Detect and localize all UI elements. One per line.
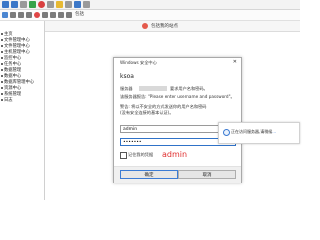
mail-icon[interactable] — [74, 1, 81, 8]
page-icon[interactable] — [50, 12, 56, 18]
bullet-icon — [1, 92, 3, 95]
stop-icon[interactable] — [38, 1, 45, 8]
favbar-label[interactable]: 包括 — [75, 11, 84, 17]
page-icon[interactable] — [42, 12, 48, 18]
page-icon[interactable] — [66, 12, 72, 18]
close-icon[interactable]: ✕ — [233, 59, 237, 65]
page-icon[interactable] — [10, 12, 16, 18]
bullet-icon — [1, 68, 3, 71]
page-icon[interactable] — [26, 12, 32, 18]
content-tabbar: 包括我的站点 — [45, 21, 300, 32]
dialog-footer: 确定 取消 — [114, 166, 241, 183]
bullet-icon — [1, 98, 3, 101]
dialog-app-name: ksoa — [120, 73, 134, 80]
refresh-icon[interactable] — [20, 1, 27, 8]
alert-icon[interactable] — [34, 12, 40, 18]
home-icon[interactable] — [29, 1, 36, 8]
bullet-icon — [1, 38, 3, 41]
toast-link[interactable]: ... — [272, 129, 276, 134]
remember-credentials-label: 记住我的凭据 — [128, 152, 154, 157]
site-icon[interactable] — [2, 12, 8, 18]
browser-toolbar — [0, 0, 300, 10]
bullet-icon — [1, 32, 3, 35]
tree-item[interactable]: 数据库管理中心 — [1, 80, 34, 85]
left-nav-panel: 主页 文件管理中心 文件管理中心 主机管理中心 监控中心 任务中心 数据管理 数… — [0, 21, 45, 200]
bullet-icon — [1, 80, 3, 83]
tree-item[interactable]: 资源中心 — [1, 86, 21, 91]
bullet-icon — [1, 44, 3, 47]
cancel-button[interactable]: 取消 — [178, 170, 236, 179]
tree-item[interactable]: 任务中心 — [1, 62, 21, 67]
handwritten-annotation: admin — [162, 150, 188, 159]
tree-item[interactable]: 主页 — [1, 32, 13, 37]
forward-icon[interactable] — [11, 1, 18, 8]
tree-item[interactable]: 数据管理 — [1, 68, 21, 73]
info-icon — [223, 129, 230, 136]
tree-item[interactable]: 系统管理 — [1, 92, 21, 97]
favorites-icon[interactable] — [47, 1, 54, 8]
tools-icon[interactable] — [83, 1, 90, 8]
close-tab-icon[interactable] — [142, 23, 148, 29]
favorites-bar: 包括 — [0, 10, 300, 21]
warning-text-continued: (没有安全连接的基本认证)。 — [120, 110, 174, 115]
page-icon[interactable] — [58, 12, 64, 18]
page-icon[interactable] — [18, 12, 24, 18]
back-icon[interactable] — [2, 1, 9, 8]
dialog-title: Windows 安全中心 — [120, 60, 157, 65]
remember-credentials-checkbox[interactable] — [120, 152, 127, 159]
print-icon[interactable] — [65, 1, 72, 8]
tab-label[interactable]: 包括我的站点 — [151, 23, 178, 29]
tree-item[interactable]: 监控中心 — [1, 56, 21, 61]
left-panel-header — [0, 21, 44, 31]
tree-item[interactable]: 日志 — [1, 98, 13, 103]
tree-item[interactable]: 文件管理中心 — [1, 44, 30, 49]
bullet-icon — [1, 50, 3, 53]
server-report-text: 该服务器报告: "Please enter username and passw… — [120, 94, 235, 99]
tree-item[interactable]: 主机管理中心 — [1, 50, 30, 55]
toast-message: 正在访问服务器,请稍候... — [231, 129, 277, 134]
server-label: 服务器 — [120, 86, 133, 91]
redacted-server-address — [139, 86, 167, 91]
ok-button[interactable]: 确定 — [120, 170, 178, 179]
login-dialog: Windows 安全中心 ✕ ksoa 服务器 要求用户名和密码。 该服务器报告… — [113, 57, 242, 183]
bullet-icon — [1, 56, 3, 59]
server-request-text: 要求用户名和密码。 — [170, 86, 208, 91]
history-icon[interactable] — [56, 1, 63, 8]
bullet-icon — [1, 86, 3, 89]
notification-toast[interactable]: 正在访问服务器,请稍候... — [218, 122, 300, 144]
tree-item[interactable]: 文件管理中心 — [1, 38, 30, 43]
tree-item[interactable]: 数据中心 — [1, 74, 21, 79]
bullet-icon — [1, 62, 3, 65]
bullet-icon — [1, 74, 3, 77]
